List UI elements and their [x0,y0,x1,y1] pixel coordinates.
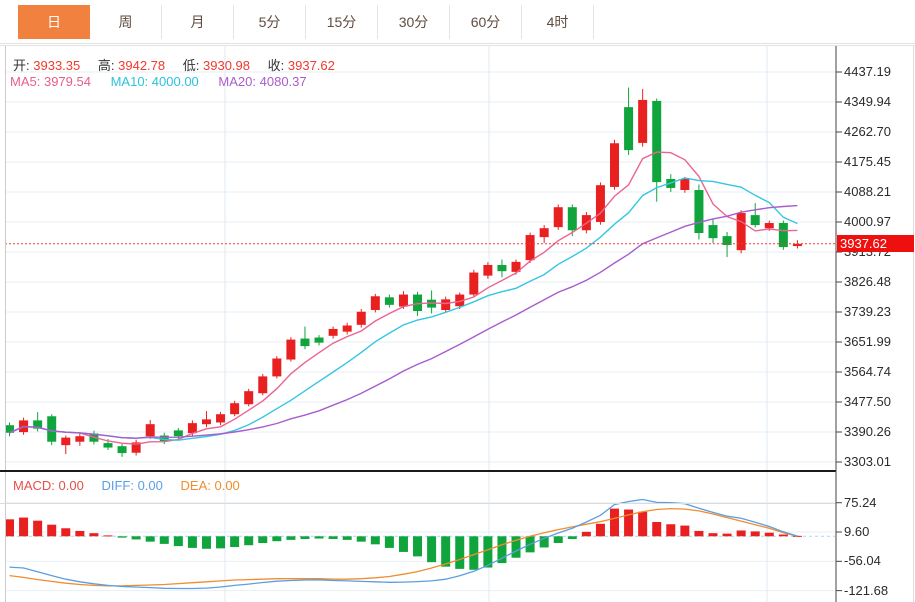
diff-label: DIFF: [101,478,134,493]
open-label: 开: [13,58,30,73]
open-value: 3933.35 [33,58,81,73]
last-price-value: 3937.62 [840,235,887,251]
diff-value: 0.00 [137,478,163,493]
macd-axis-label: 9.60 [844,524,870,539]
price-axis-label: 4088.21 [844,184,891,199]
ohlc-readout: 开: 3933.35 高: 3942.78 低: 3930.98 收: 3937… [13,55,349,74]
low-value: 3930.98 [203,58,250,73]
price-axis-label: 4175.45 [844,154,891,169]
macd-readout: MACD: 0.00 DIFF: 0.00 DEA: 0.00 [13,478,254,493]
close-label: 收: [267,58,285,73]
price-axis-label: 3739.23 [844,304,891,319]
macd-axis-label: -56.04 [844,553,881,569]
macd-label: MACD: [13,478,55,493]
close-value: 3937.62 [287,58,335,73]
high-value: 3942.78 [118,58,166,73]
price-axis-label: 3477.50 [844,394,891,409]
trading-app: 日周月 5分 15分 30分 60分 4时 开: 3933.35 高: 3942.78 低… [0,0,915,602]
price-axis-label: 3390.26 [844,424,891,439]
high-label: 高: [97,58,115,73]
ma5-value: 3979.54 [43,74,91,89]
ma-readout: MA5: 3979.54 MA10: 4000.00 MA20: 4080.37 [10,74,323,89]
dea-label: DEA: [180,478,211,493]
macd-value: 0.00 [58,478,84,493]
price-axis-label: 4349.94 [844,94,891,109]
price-axis-label: 4437.19 [844,64,891,79]
ma5-label: MA5: [10,74,41,89]
ma20-label: MA20: [218,74,256,89]
macd-axis-label: -121.68 [844,582,889,598]
price-axis-label: 3564.74 [844,364,891,379]
low-label: 低: [182,58,200,73]
price-axis-label: 4000.97 [844,214,891,229]
macd-axis-label: 75.24 [844,494,877,510]
ma10-label: MA10: [110,74,149,89]
dea-value: 0.00 [214,478,240,493]
ma20-value: 4080.37 [259,74,307,89]
price-axis-label: 3826.48 [844,274,891,289]
last-price-tag: 3937.62 [837,234,914,252]
price-axis-label: 3651.99 [844,334,891,349]
price-axis-label: 4262.70 [844,124,891,139]
ma10-value: 4000.00 [151,74,199,89]
price-axis-label: 3303.01 [844,454,891,469]
candlestick-chart[interactable] [0,0,915,602]
